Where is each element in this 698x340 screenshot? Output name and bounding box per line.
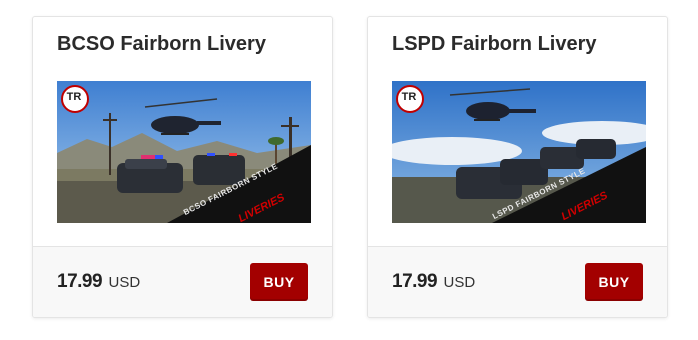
product-footer: 17.99 USD BUY <box>368 246 667 317</box>
price-currency: USD <box>108 274 141 291</box>
buy-button[interactable]: BUY <box>585 263 643 301</box>
product-title: LSPD Fairborn Livery <box>392 33 597 55</box>
product-footer: 17.99 USD BUY <box>33 246 332 317</box>
product-card-bcso: BCSO Fairborn Livery 17.99 USD BUY <box>32 16 333 318</box>
price: 17.99 USD <box>392 271 475 293</box>
product-image[interactable] <box>57 81 311 223</box>
buy-button[interactable]: BUY <box>250 263 308 301</box>
product-title: BCSO Fairborn Livery <box>57 33 266 55</box>
product-card-lspd: LSPD Fairborn Livery 17.99 USD BUY <box>367 16 668 318</box>
product-image[interactable] <box>392 81 646 223</box>
price: 17.99 USD <box>57 271 140 293</box>
price-currency: USD <box>443 274 476 291</box>
price-amount: 17.99 <box>392 271 438 292</box>
price-amount: 17.99 <box>57 271 103 292</box>
